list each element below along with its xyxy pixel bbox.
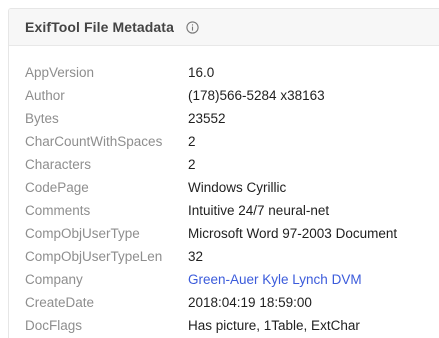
metadata-key: Author bbox=[25, 88, 65, 103]
info-circle-icon[interactable] bbox=[186, 20, 199, 34]
metadata-key: Comments bbox=[25, 203, 91, 218]
metadata-row-comments: Comments Intuitive 24/7 neural-net bbox=[9, 199, 439, 222]
metadata-row-appversion: AppVersion 16.0 bbox=[9, 61, 439, 84]
metadata-list: AppVersion 16.0 Author (178)566-5284 x38… bbox=[9, 46, 439, 337]
metadata-row-characters: Characters 2 bbox=[9, 153, 439, 176]
metadata-key: Characters bbox=[25, 157, 92, 172]
metadata-value: 23552 bbox=[188, 111, 226, 126]
metadata-value: 2 bbox=[188, 157, 196, 172]
metadata-row-createdate: CreateDate 2018:04:19 18:59:00 bbox=[9, 291, 439, 314]
metadata-key: AppVersion bbox=[25, 65, 95, 80]
metadata-row-codepage: CodePage Windows Cyrillic bbox=[9, 176, 439, 199]
panel-header: ExifTool File Metadata bbox=[9, 9, 439, 46]
metadata-key: CodePage bbox=[25, 180, 89, 195]
metadata-row-docflags: DocFlags Has picture, 1Table, ExtChar bbox=[9, 314, 439, 337]
metadata-value: 32 bbox=[188, 249, 204, 264]
metadata-value: (178)566-5284 x38163 bbox=[188, 88, 325, 103]
metadata-value: 2 bbox=[188, 134, 196, 149]
metadata-value: Windows Cyrillic bbox=[188, 180, 287, 195]
metadata-row-compobjusertype: CompObjUserType Microsoft Word 97-2003 D… bbox=[9, 222, 439, 245]
metadata-key: CharCountWithSpaces bbox=[25, 134, 163, 149]
metadata-panel: ExifTool File Metadata AppVersion 16.0 A… bbox=[8, 8, 439, 338]
company-link[interactable]: Green-Auer Kyle Lynch DVM bbox=[188, 272, 362, 287]
metadata-row-company: Company Green-Auer Kyle Lynch DVM bbox=[9, 268, 439, 291]
metadata-value: Intuitive 24/7 neural-net bbox=[188, 203, 330, 218]
metadata-key: Bytes bbox=[25, 111, 59, 126]
metadata-row-bytes: Bytes 23552 bbox=[9, 107, 439, 130]
metadata-key: Company bbox=[25, 272, 83, 287]
metadata-value: Microsoft Word 97-2003 Document bbox=[188, 226, 398, 241]
metadata-value: Has picture, 1Table, ExtChar bbox=[188, 318, 360, 333]
metadata-key: DocFlags bbox=[25, 318, 83, 333]
metadata-key: CompObjUserType bbox=[25, 226, 140, 241]
panel-title: ExifTool File Metadata bbox=[25, 19, 174, 35]
metadata-row-charcountwithspaces: CharCountWithSpaces 2 bbox=[9, 130, 439, 153]
metadata-key: CompObjUserTypeLen bbox=[25, 249, 163, 264]
metadata-row-author: Author (178)566-5284 x38163 bbox=[9, 84, 439, 107]
metadata-value: 2018:04:19 18:59:00 bbox=[188, 295, 312, 310]
metadata-row-compobjusertypelen: CompObjUserTypeLen 32 bbox=[9, 245, 439, 268]
metadata-value: 16.0 bbox=[188, 65, 215, 80]
metadata-key: CreateDate bbox=[25, 295, 95, 310]
